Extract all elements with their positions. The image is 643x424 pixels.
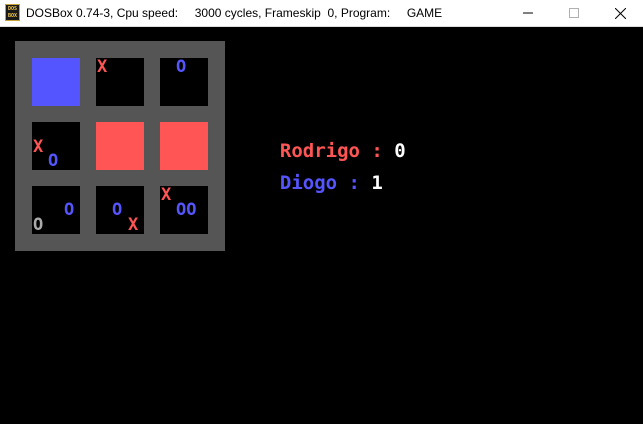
board-cell-3-1[interactable]: O O bbox=[32, 186, 80, 234]
cell-mark: X bbox=[97, 57, 108, 77]
board-cell-1-1[interactable] bbox=[32, 58, 80, 106]
title-bar[interactable]: DOS BOX DOSBox 0.74-3, Cpu speed: 3000 c… bbox=[0, 0, 643, 27]
cell-mark: O bbox=[33, 215, 44, 235]
cell-mark: X bbox=[161, 185, 172, 205]
cell-mark: OO bbox=[176, 200, 197, 220]
cell-mark: O bbox=[112, 200, 123, 220]
player2-score: Diogo : 1 bbox=[257, 153, 383, 193]
board-cell-2-2[interactable] bbox=[96, 122, 144, 170]
cell-mark: O bbox=[48, 151, 59, 171]
player1-score-value: 0 bbox=[394, 140, 406, 162]
game-board: X O X O O O O X X OO bbox=[15, 41, 225, 251]
board-cell-3-2[interactable]: O X bbox=[96, 186, 144, 234]
dosbox-app-icon[interactable]: DOS BOX bbox=[5, 4, 20, 21]
board-cell-3-3[interactable]: X OO bbox=[160, 186, 208, 234]
cell-mark: O bbox=[64, 200, 75, 220]
cell-mark: O bbox=[176, 57, 187, 77]
player2-score-value: 1 bbox=[371, 172, 383, 194]
board-cell-2-3[interactable] bbox=[160, 122, 208, 170]
maximize-icon bbox=[569, 8, 579, 18]
cell-mark: X bbox=[33, 137, 44, 157]
board-cell-1-2[interactable]: X bbox=[96, 58, 144, 106]
maximize-button[interactable] bbox=[551, 0, 597, 26]
close-button[interactable] bbox=[597, 0, 643, 26]
board-cell-1-3[interactable]: O bbox=[160, 58, 208, 106]
minimize-button[interactable] bbox=[505, 0, 551, 26]
player2-name: Diogo bbox=[279, 172, 338, 194]
board-cell-2-1[interactable]: X O bbox=[32, 122, 80, 170]
close-icon bbox=[614, 7, 626, 19]
minimize-icon bbox=[523, 12, 533, 14]
score-separator: : bbox=[337, 172, 372, 194]
window-title: DOSBox 0.74-3, Cpu speed: 3000 cycles, F… bbox=[26, 6, 443, 20]
cell-mark: X bbox=[128, 215, 139, 235]
